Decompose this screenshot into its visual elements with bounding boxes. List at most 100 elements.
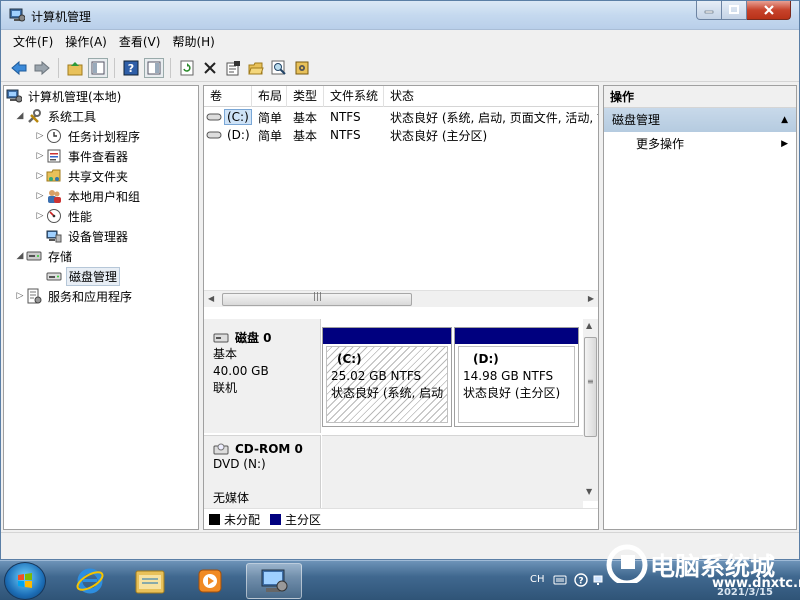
close-button[interactable] (747, 1, 791, 20)
show-hide-tree-button[interactable] (88, 57, 108, 78)
legend-unallocated: 未分配 (224, 513, 261, 527)
help-circle-icon[interactable]: ? (574, 573, 588, 587)
column-header-type[interactable]: 类型 (287, 86, 324, 107)
disk-type: 基本 (213, 347, 238, 361)
refresh-button[interactable] (177, 58, 197, 78)
partition-size: 14.98 GB NTFS (463, 369, 554, 383)
forward-button[interactable] (32, 58, 52, 78)
tree-label-device-manager: 设备管理器 (68, 229, 129, 244)
volume-filesystem: NTFS (330, 128, 361, 142)
vertical-scrollbar[interactable]: ▲ ≡ ▼ (583, 319, 598, 501)
partition-name: (D:) (473, 352, 499, 366)
tree-item-storage[interactable]: ◢ 存储 (14, 246, 74, 266)
actions-pane: 操作 磁盘管理 ▲ 更多操作 ▶ (603, 85, 797, 530)
scroll-left-icon[interactable]: ◀ (208, 294, 214, 303)
column-header-volume[interactable]: 卷 (204, 86, 252, 107)
show-hide-action-pane-button[interactable] (144, 57, 164, 78)
tree-label-shared-folders: 共享文件夹 (68, 169, 129, 184)
column-header-filesystem[interactable]: 文件系统 (324, 86, 384, 107)
menu-view[interactable]: 查看(V) (113, 32, 167, 52)
tree-item-performance[interactable]: ▷ 性能 (34, 206, 94, 226)
open-icon (248, 62, 264, 74)
volume-name: (C:) (224, 109, 252, 125)
legend-primary: 主分区 (285, 513, 322, 527)
submenu-arrow-icon: ▶ (781, 139, 788, 149)
tree-label-storage: 存储 (48, 249, 73, 264)
help-button[interactable]: ? (121, 58, 141, 78)
scroll-right-icon[interactable]: ▶ (588, 294, 594, 303)
cdrom-name: CD-ROM 0 (235, 442, 303, 456)
cdrom-0-label[interactable]: CD-ROM 0 DVD (N:) 无媒体 (204, 435, 321, 508)
delete-icon (204, 61, 216, 74)
volume-row[interactable]: (C:) 简单 基本 NTFS 状态良好 (系统, 启动, 页面文件, 活动, … (204, 108, 598, 126)
up-folder-button[interactable] (65, 58, 85, 78)
maximize-button[interactable] (722, 1, 747, 20)
tree-item-device-manager[interactable]: 设备管理器 (46, 226, 130, 246)
expand-arrow-icon[interactable]: ▷ (34, 151, 46, 161)
scroll-up-icon[interactable]: ▲ (586, 321, 592, 330)
properties-button[interactable] (223, 58, 243, 78)
tree-item-root[interactable]: 计算机管理(本地) (6, 86, 123, 106)
collapse-arrow-icon[interactable]: ◢ (14, 251, 26, 261)
menu-help[interactable]: 帮助(H) (166, 32, 220, 52)
tree-item-disk-management[interactable]: 磁盘管理 (46, 266, 121, 286)
tree-item-system-tools[interactable]: ◢ 系统工具 (14, 106, 98, 126)
more-actions[interactable]: 更多操作 ▶ (604, 132, 796, 156)
find-button[interactable] (269, 58, 289, 78)
toolbar-separator (58, 57, 59, 78)
collapse-arrow-icon[interactable]: ◢ (14, 111, 26, 121)
expand-arrow-icon[interactable]: ▷ (14, 291, 26, 301)
expand-arrow-icon[interactable]: ▷ (34, 191, 46, 201)
collapse-up-icon[interactable]: ▲ (781, 108, 788, 132)
minimize-button[interactable] (696, 1, 722, 20)
partition-d[interactable]: (D:) 14.98 GB NTFS 状态良好 (主分区) (454, 327, 579, 427)
partition-c[interactable]: (C:) 25.02 GB NTFS 状态良好 (系统, 启动, (322, 327, 452, 427)
menu-action[interactable]: 操作(A) (59, 32, 113, 52)
users-icon (46, 188, 62, 204)
volume-row[interactable]: (D:) 简单 基本 NTFS 状态良好 (主分区) (204, 126, 598, 144)
horizontal-scroll-thumb[interactable]: ||| (222, 292, 412, 306)
window-title: 计算机管理 (31, 10, 92, 24)
tree-item-task-scheduler[interactable]: ▷ 任务计划程序 (34, 126, 142, 146)
expand-arrow-icon[interactable]: ▷ (34, 171, 46, 181)
device-manager-icon (46, 228, 62, 244)
column-header-status[interactable]: 状态 (384, 86, 598, 107)
language-indicator[interactable]: CH (530, 574, 545, 585)
actions-section-disk-management[interactable]: 磁盘管理 ▲ (604, 108, 796, 132)
taskbar-ie-button[interactable] (62, 563, 118, 599)
menu-file[interactable]: 文件(F) (7, 32, 59, 52)
actions-title: 操作 (604, 86, 796, 108)
tree-item-local-users[interactable]: ▷ 本地用户和组 (34, 186, 142, 206)
computer-management-icon (261, 569, 288, 592)
taskbar-media-player-button[interactable] (182, 563, 238, 599)
delete-button[interactable] (200, 58, 220, 78)
volume-type: 基本 (293, 110, 318, 125)
title-bar[interactable]: 计算机管理 (1, 1, 799, 30)
scroll-down-icon[interactable]: ▼ (586, 487, 592, 496)
svg-text:?: ? (128, 62, 134, 75)
expand-arrow-icon[interactable]: ▷ (34, 131, 46, 141)
disk-icon (213, 333, 229, 343)
settings-button[interactable] (292, 58, 312, 78)
taskbar-computer-management-button[interactable] (246, 563, 302, 599)
media-player-icon (198, 569, 222, 593)
tree-label-performance: 性能 (68, 209, 93, 224)
horizontal-scrollbar[interactable]: ◀ ||| ▶ (204, 290, 598, 307)
tree-item-shared-folders[interactable]: ▷ 共享文件夹 (34, 166, 130, 186)
disk-0-label[interactable]: 磁盘 0 基本 40.00 GB 联机 (204, 319, 321, 433)
windows-logo-icon (18, 573, 32, 588)
back-button[interactable] (9, 58, 29, 78)
keyboard-icon[interactable] (553, 574, 567, 586)
taskbar-explorer-button[interactable] (122, 563, 178, 599)
cdrom-icon (213, 443, 229, 455)
disk-name: 磁盘 0 (235, 331, 272, 345)
vertical-scroll-thumb[interactable]: ≡ (584, 337, 597, 437)
start-button[interactable] (4, 562, 46, 600)
expand-arrow-icon[interactable]: ▷ (34, 211, 46, 221)
tree-item-event-viewer[interactable]: ▷ 事件查看器 (34, 146, 130, 166)
tree-item-services-apps[interactable]: ▷ 服务和应用程序 (14, 286, 134, 306)
open-button[interactable] (246, 58, 266, 78)
event-viewer-icon (46, 148, 62, 164)
column-header-layout[interactable]: 布局 (252, 86, 287, 107)
legend: 未分配 主分区 (204, 508, 598, 529)
